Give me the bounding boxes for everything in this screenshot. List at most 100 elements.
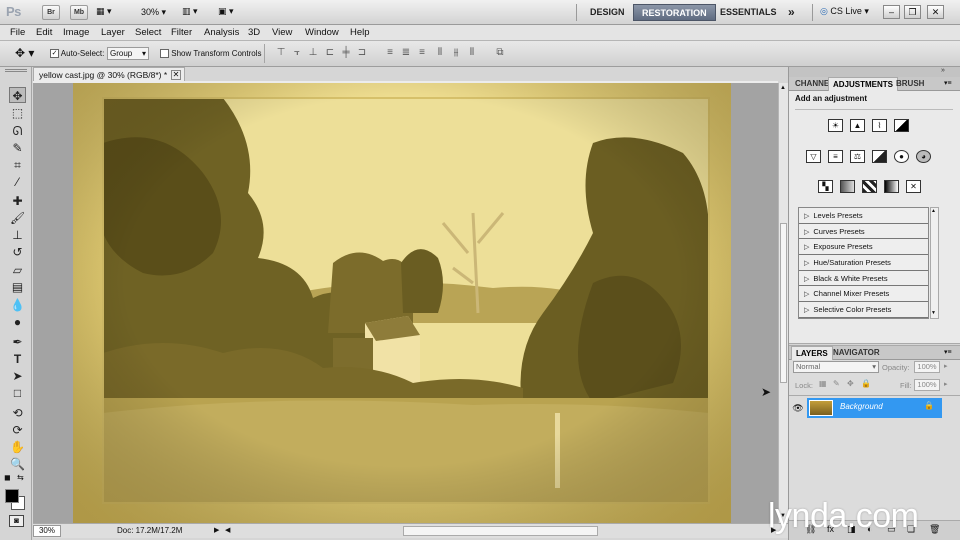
tab-channels[interactable]: CHANNE — [791, 77, 833, 91]
align-vertical-center-icon[interactable]: ⫟ — [291, 47, 303, 59]
auto-select-checkbox[interactable]: ✓ — [50, 49, 59, 59]
scroll-down-icon[interactable]: ▼ — [931, 310, 936, 316]
exposure-icon[interactable] — [894, 119, 909, 132]
horizontal-scroll-thumb[interactable] — [403, 526, 598, 536]
show-transform-control[interactable]: Show Transform Controls — [160, 49, 262, 59]
lock-position-icon[interactable]: ✥ — [847, 379, 854, 388]
foreground-color-swatch[interactable] — [5, 489, 19, 503]
hue-saturation-icon[interactable]: ≡ — [828, 150, 843, 163]
lasso-tool-icon[interactable]: ᘏ — [9, 123, 26, 139]
move-tool-icon[interactable]: ✥ — [9, 87, 26, 103]
menu-filter[interactable]: Filter — [171, 26, 192, 40]
path-selection-tool-icon[interactable]: ➤ — [9, 368, 26, 384]
menu-help[interactable]: Help — [350, 26, 370, 40]
vertical-scrollbar[interactable]: ▲ ▼ — [778, 83, 788, 523]
zoom-level-select[interactable]: 30% ▾ — [141, 7, 166, 18]
workspace-design[interactable]: DESIGN — [582, 4, 633, 21]
screen-mode-menu[interactable]: ▣ ▾ — [218, 6, 234, 17]
tab-layers[interactable]: LAYERS — [791, 346, 833, 360]
black-white-icon[interactable] — [872, 150, 887, 163]
zoom-status-field[interactable]: 30% — [33, 525, 61, 537]
hand-tool-icon[interactable]: ✋ — [9, 439, 26, 455]
history-brush-tool-icon[interactable]: ↺ — [9, 244, 26, 260]
channel-mixer-icon[interactable]: ◕ — [916, 150, 931, 163]
threshold-icon[interactable] — [862, 180, 877, 193]
auto-align-layers-icon[interactable]: ⧉ — [494, 47, 506, 59]
document-size-info[interactable]: Doc: 17.2M/17.2M — [117, 526, 182, 535]
gradient-tool-icon[interactable]: ▤ — [9, 279, 26, 295]
close-button[interactable]: ✕ — [927, 5, 944, 19]
list-item[interactable]: Curves Presets — [799, 223, 928, 240]
curves-icon[interactable]: ⌇ — [872, 119, 887, 132]
opacity-slider-toggle-icon[interactable]: ▸ — [944, 362, 948, 370]
posterize-icon[interactable] — [840, 180, 855, 193]
zoom-tool-icon[interactable]: 🔍 — [9, 456, 26, 472]
tab-brush[interactable]: BRUSH — [892, 77, 928, 91]
marquee-tool-icon[interactable]: ⬚ — [9, 105, 26, 121]
presets-scrollbar[interactable]: ▲ ▼ — [930, 207, 939, 319]
auto-select-dropdown[interactable]: Group ▾ — [107, 47, 149, 60]
view-extras-menu[interactable]: ▦ ▾ — [96, 6, 122, 19]
distribute-top-icon[interactable]: ≡ — [384, 47, 396, 59]
menu-view[interactable]: View — [272, 26, 292, 40]
align-top-icon[interactable]: ⊤ — [275, 47, 287, 59]
arrange-documents-menu[interactable]: ▥ ▾ — [182, 6, 198, 17]
lock-image-icon[interactable]: ✎ — [833, 379, 840, 388]
more-workspaces-button[interactable]: » — [780, 4, 803, 21]
photo-filter-icon[interactable]: ● — [894, 150, 909, 163]
tool-preset-picker[interactable]: ✥ ▾ — [15, 46, 34, 60]
eraser-tool-icon[interactable]: ▱ — [9, 262, 26, 278]
menu-edit[interactable]: Edit — [36, 26, 52, 40]
brightness-contrast-icon[interactable]: ☀ — [828, 119, 843, 132]
menu-3d[interactable]: 3D — [248, 26, 260, 40]
invert-icon[interactable]: ▚ — [818, 180, 833, 193]
status-menu-icon[interactable]: ▶ — [214, 526, 219, 534]
minimize-button[interactable]: – — [883, 5, 900, 19]
clone-stamp-tool-icon[interactable]: ⊥ — [9, 227, 26, 243]
visibility-eye-icon[interactable]: 👁 — [790, 398, 806, 418]
align-bottom-icon[interactable]: ⊥ — [307, 47, 319, 59]
lock-transparent-icon[interactable]: ▦ — [819, 379, 827, 388]
eyedropper-tool-icon[interactable]: ⁄ — [9, 174, 26, 190]
menu-file[interactable]: File — [10, 26, 25, 40]
lock-all-icon[interactable]: 🔒 — [861, 379, 871, 388]
panel-menu-icon[interactable]: ▾≡ — [944, 79, 952, 87]
layers-panel-menu-icon[interactable]: ▾≡ — [944, 348, 952, 356]
scroll-up-icon[interactable]: ▲ — [931, 208, 936, 214]
quick-selection-tool-icon[interactable]: ✎ — [9, 140, 26, 156]
workspace-restoration[interactable]: RESTORATION — [633, 4, 716, 21]
quick-mask-icon[interactable]: ◙ — [9, 515, 24, 527]
auto-select-control[interactable]: ✓ Auto-Select: — [50, 49, 104, 59]
align-horizontal-center-icon[interactable]: ╪ — [340, 47, 352, 59]
distribute-bottom-icon[interactable]: ≡ — [416, 47, 428, 59]
restore-button[interactable]: ❐ — [904, 5, 921, 19]
launch-bridge-button[interactable]: Br — [42, 5, 60, 20]
selective-color-icon[interactable]: ✕ — [906, 180, 921, 193]
list-item[interactable]: Levels Presets — [799, 208, 928, 224]
document-tab[interactable]: yellow cast.jpg @ 30% (RGB/8*) * ✕ — [33, 67, 185, 82]
swap-colors-icon[interactable]: ⇆ — [17, 473, 24, 482]
tab-navigator[interactable]: NAVIGATOR — [829, 346, 884, 360]
layer-name[interactable]: Background — [840, 402, 883, 411]
layer-row-background[interactable]: Background 🔒 — [807, 398, 942, 418]
pen-tool-icon[interactable]: ✒ — [9, 334, 26, 350]
blend-mode-select[interactable]: Normal ▾ — [793, 361, 879, 373]
distribute-horizontal-center-icon[interactable]: ⫵ — [450, 47, 462, 59]
3d-rotate-tool-icon[interactable]: ⟲ — [9, 405, 26, 421]
align-right-icon[interactable]: ⊐ — [356, 47, 368, 59]
vertical-scroll-thumb[interactable] — [780, 223, 787, 383]
cs-live-button[interactable]: ◎ CS Live ▾ — [820, 6, 869, 17]
menu-window[interactable]: Window — [305, 26, 339, 40]
blur-tool-icon[interactable]: 💧 — [9, 297, 26, 313]
opacity-field[interactable]: 100% — [914, 361, 940, 373]
fill-field[interactable]: 100% — [914, 379, 940, 391]
launch-minibridge-button[interactable]: Mb — [70, 5, 88, 20]
align-left-icon[interactable]: ⊏ — [324, 47, 336, 59]
panel-grip[interactable] — [5, 69, 27, 72]
color-balance-icon[interactable]: ⚖ — [850, 150, 865, 163]
spot-healing-tool-icon[interactable]: ✚ — [9, 193, 26, 209]
show-transform-checkbox[interactable] — [160, 49, 169, 59]
distribute-right-icon[interactable]: ⫴ — [466, 47, 478, 59]
fill-slider-toggle-icon[interactable]: ▸ — [944, 380, 948, 388]
list-item[interactable]: Exposure Presets — [799, 239, 928, 256]
